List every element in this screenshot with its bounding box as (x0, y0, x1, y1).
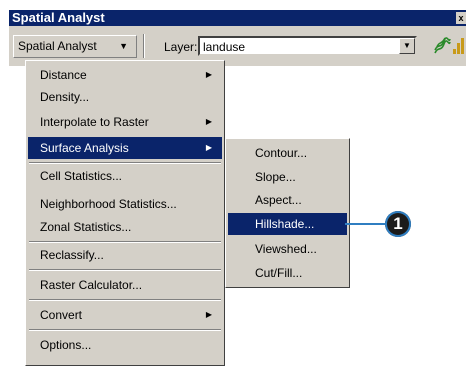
menu-item-label: Options... (40, 338, 92, 352)
chevron-right-icon: ▶ (205, 310, 212, 319)
toolbar-title-bar: Spatial Analyst x (9, 10, 466, 26)
menu-divider (29, 299, 221, 301)
layer-select[interactable]: landuse ▼ (198, 36, 417, 56)
chevron-down-icon: ▼ (119, 41, 128, 51)
menu-item-convert[interactable]: Convert ▶ (28, 304, 222, 326)
submenu-item-label: Hillshade... (255, 217, 315, 231)
menu-item-cell-statistics[interactable]: Cell Statistics... (28, 165, 222, 187)
menu-item-options[interactable]: Options... (28, 334, 222, 356)
menu-item-label: Density... (40, 90, 90, 104)
toolbar-title: Spatial Analyst (12, 10, 105, 25)
surface-analysis-submenu: Contour... Slope... Aspect... Hillshade.… (225, 138, 350, 288)
menu-item-label: Zonal Statistics... (40, 220, 132, 234)
histogram-icon[interactable] (452, 35, 466, 55)
submenu-item-label: Aspect... (255, 193, 302, 207)
menu-divider (29, 329, 221, 331)
menu-divider (29, 269, 221, 271)
chevron-right-icon: ▶ (205, 70, 212, 79)
submenu-item-label: Cut/Fill... (255, 266, 303, 280)
submenu-item-slope[interactable]: Slope... (228, 166, 347, 188)
menu-item-zonal-statistics[interactable]: Zonal Statistics... (28, 216, 222, 238)
menu-divider (29, 162, 221, 164)
spatial-analyst-menu-label: Spatial Analyst (18, 39, 97, 53)
layer-label: Layer: (164, 40, 198, 54)
menu-item-density[interactable]: Density... (28, 86, 222, 108)
spatial-analyst-menu-button[interactable]: Spatial Analyst ▼ (13, 35, 137, 58)
submenu-item-aspect[interactable]: Aspect... (228, 189, 347, 211)
menu-item-label: Surface Analysis (40, 141, 129, 155)
chevron-right-icon: ▶ (205, 143, 212, 152)
submenu-item-label: Slope... (255, 170, 296, 184)
dropdown-arrow-icon[interactable]: ▼ (399, 38, 415, 54)
menu-item-label: Raster Calculator... (40, 278, 143, 292)
close-icon[interactable]: x (456, 12, 466, 24)
menu-item-interpolate[interactable]: Interpolate to Raster ▶ (28, 111, 222, 133)
toolbar-separator (143, 34, 145, 58)
menu-item-distance[interactable]: Distance ▶ (28, 64, 222, 86)
submenu-item-contour[interactable]: Contour... (228, 142, 347, 164)
menu-item-label: Convert (40, 308, 83, 322)
step-callout: 1 (385, 211, 411, 237)
menu-item-label: Distance (40, 68, 87, 82)
chevron-right-icon: ▶ (205, 117, 212, 126)
menu-item-raster-calculator[interactable]: Raster Calculator... (28, 274, 222, 296)
contour-tool-icon[interactable] (432, 35, 452, 55)
submenu-item-viewshed[interactable]: Viewshed... (228, 238, 347, 260)
submenu-item-hillshade[interactable]: Hillshade... (228, 213, 347, 235)
submenu-item-cut-fill[interactable]: Cut/Fill... (228, 262, 347, 284)
menu-item-reclassify[interactable]: Reclassify... (28, 244, 222, 266)
menu-item-label: Cell Statistics... (40, 169, 123, 183)
menu-item-label: Neighborhood Statistics... (40, 197, 177, 211)
submenu-item-label: Viewshed... (255, 242, 317, 256)
menu-item-neighborhood-statistics[interactable]: Neighborhood Statistics... (28, 193, 222, 215)
menu-item-label: Reclassify... (40, 248, 104, 262)
menu-item-surface-analysis[interactable]: Surface Analysis ▶ (28, 137, 222, 159)
spatial-analyst-menu: Distance ▶ Density... Interpolate to Ras… (25, 60, 225, 366)
submenu-item-label: Contour... (255, 146, 308, 160)
layer-value: landuse (203, 40, 246, 54)
menu-item-label: Interpolate to Raster (40, 115, 149, 129)
menu-divider (29, 241, 221, 243)
callout-line (345, 223, 385, 225)
